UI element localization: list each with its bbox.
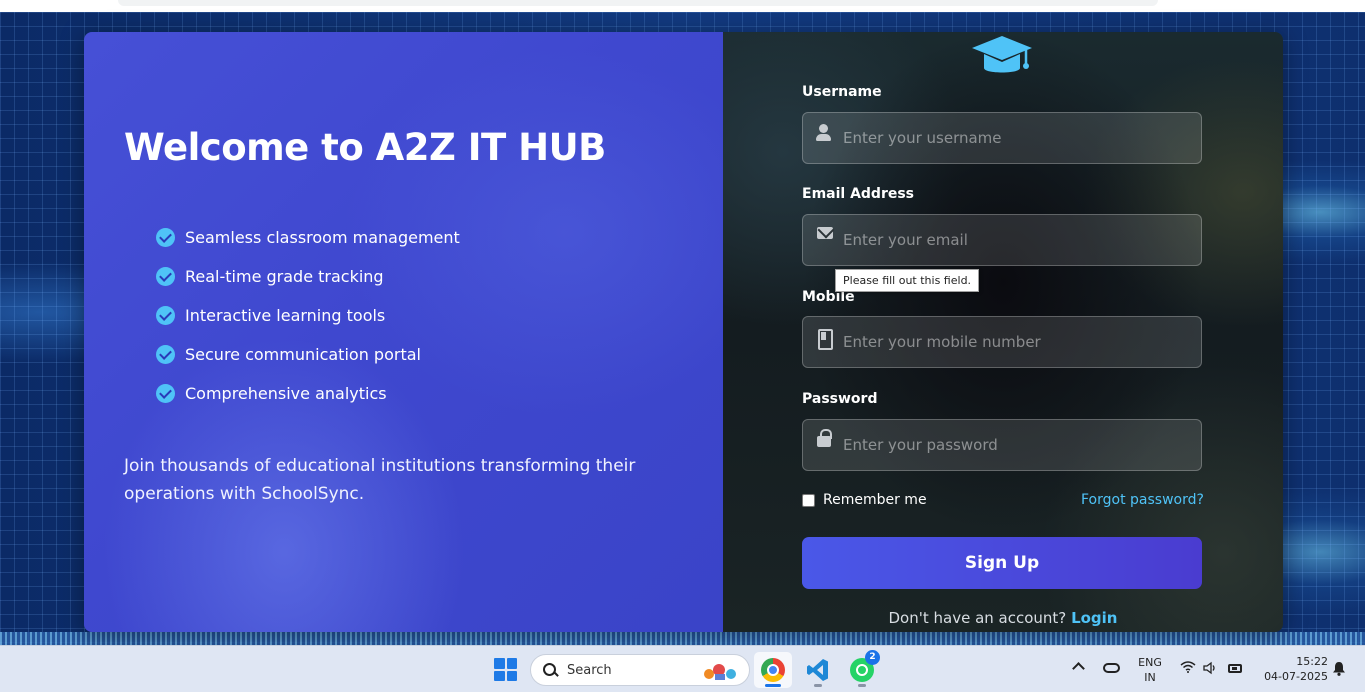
taskbar-whatsapp[interactable]: 2 [843, 650, 881, 688]
wifi-icon[interactable] [1180, 661, 1196, 673]
running-indicator [814, 684, 822, 687]
volume-icon[interactable] [1203, 661, 1217, 675]
sign-up-button[interactable]: Sign Up [802, 537, 1202, 589]
email-field[interactable] [802, 214, 1202, 266]
welcome-panel: Welcome to A2Z IT HUB Seamless classroom… [84, 32, 723, 632]
welcome-title: Welcome to A2Z IT HUB [124, 126, 606, 169]
feature-text: Seamless classroom management [185, 228, 460, 247]
region-code: IN [1144, 671, 1156, 684]
password-input[interactable] [843, 425, 1183, 465]
feature-item: Interactive learning tools [156, 296, 460, 335]
login-link[interactable]: Login [1071, 609, 1117, 627]
taskbar-vscode[interactable] [799, 652, 837, 688]
mobile-input[interactable] [843, 322, 1183, 362]
address-bar-edge [118, 0, 1158, 6]
remember-label: Remember me [823, 492, 927, 508]
search-icon [543, 663, 557, 677]
remember-me[interactable]: Remember me [802, 492, 927, 508]
notification-bell-icon[interactable] [1332, 661, 1346, 676]
username-input[interactable] [843, 118, 1183, 158]
browser-top-strip [0, 0, 1365, 12]
feature-text: Secure communication portal [185, 345, 421, 364]
email-label: Email Address [802, 186, 915, 202]
notification-badge: 2 [865, 650, 880, 665]
password-label: Password [802, 391, 878, 407]
mobile-field[interactable] [802, 316, 1202, 368]
feature-text: Interactive learning tools [185, 306, 386, 325]
chrome-icon [761, 658, 785, 682]
battery-icon[interactable] [1228, 664, 1242, 673]
running-indicator [858, 684, 866, 687]
feature-item: Secure communication portal [156, 335, 460, 374]
language-code: ENG [1138, 656, 1162, 669]
windows-start-icon[interactable] [494, 658, 517, 681]
feature-text: Real-time grade tracking [185, 267, 384, 286]
lock-icon [803, 419, 843, 471]
forgot-password-link[interactable]: Forgot password? [1081, 492, 1204, 508]
taskbar-search[interactable]: Search [530, 654, 750, 686]
account-prompt: Don't have an account? Login [723, 609, 1283, 627]
language-indicator[interactable]: ENG IN [1136, 655, 1164, 685]
username-label: Username [802, 84, 882, 100]
mobile-phone-icon [803, 316, 843, 368]
feature-list: Seamless classroom management Real-time … [156, 218, 460, 413]
clock-date: 04-07-2025 [1264, 670, 1328, 683]
email-input[interactable] [843, 220, 1183, 260]
envelope-icon [803, 214, 843, 266]
check-circle-icon [156, 345, 175, 364]
user-icon [803, 112, 843, 164]
taskbar: Search 2 ENG IN 15:22 04-07-2025 [0, 645, 1365, 692]
feature-text: Comprehensive analytics [185, 384, 387, 403]
feature-item: Real-time grade tracking [156, 257, 460, 296]
account-prompt-text: Don't have an account? [888, 609, 1067, 627]
tagline: Join thousands of educational institutio… [124, 456, 636, 504]
check-circle-icon [156, 306, 175, 325]
remember-checkbox[interactable] [802, 493, 815, 507]
active-indicator [765, 684, 781, 687]
cloud-icon[interactable] [1103, 663, 1120, 673]
check-circle-icon [156, 228, 175, 247]
password-field[interactable] [802, 419, 1202, 471]
background-circuit-strip [0, 632, 1365, 645]
search-label: Search [567, 662, 612, 678]
vscode-icon [807, 659, 828, 681]
auth-card: Welcome to A2Z IT HUB Seamless classroom… [84, 32, 1283, 632]
search-highlight-icon [704, 664, 736, 680]
check-circle-icon [156, 384, 175, 403]
taskbar-chrome[interactable] [754, 652, 792, 688]
chevron-up-icon[interactable] [1072, 662, 1085, 675]
graduation-cap-icon [972, 36, 1032, 73]
username-field[interactable] [802, 112, 1202, 164]
feature-item: Comprehensive analytics [156, 374, 460, 413]
clock-time: 15:22 [1296, 655, 1328, 668]
validation-tooltip: Please fill out this field. [835, 269, 980, 292]
feature-item: Seamless classroom management [156, 218, 460, 257]
system-clock[interactable]: 15:22 04-07-2025 [1256, 654, 1328, 684]
signup-panel: Username Email Address Mobile Password R… [723, 32, 1283, 632]
check-circle-icon [156, 267, 175, 286]
